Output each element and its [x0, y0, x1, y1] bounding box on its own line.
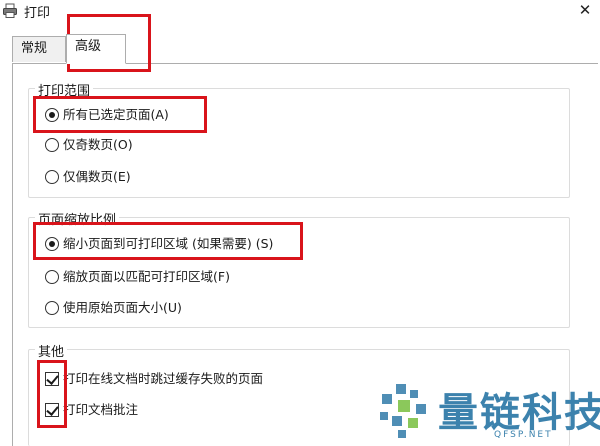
- checkbox-skip-failed-cache[interactable]: 打印在线文档时跳过缓存失败的页面: [45, 369, 263, 389]
- group-title: 其他: [35, 341, 68, 360]
- option-label: 缩放页面以匹配可打印区域(F): [63, 269, 230, 284]
- option-label: 使用原始页面大小(U): [63, 300, 182, 315]
- radio-original-size[interactable]: 使用原始页面大小(U): [45, 298, 182, 318]
- tab-bar: 常规 高级: [12, 34, 600, 64]
- radio-button[interactable]: [45, 270, 59, 284]
- checkbox[interactable]: [45, 403, 59, 417]
- print-range-group: 打印范围 所有已选定页面(A) 仅奇数页(O) 仅偶数页(E): [28, 80, 570, 198]
- radio-shrink-to-printable[interactable]: 缩小页面到可打印区域 (如果需要) (S): [45, 234, 273, 254]
- printer-icon: [3, 3, 17, 18]
- radio-button[interactable]: [45, 170, 59, 184]
- option-label: 所有已选定页面(A): [63, 107, 169, 122]
- radio-button[interactable]: [45, 138, 59, 152]
- window-title: 打印: [24, 6, 51, 21]
- title-bar: 打印 ✕: [0, 0, 600, 22]
- watermark-site: QFSP.NET: [494, 430, 553, 440]
- option-label: 仅奇数页(O): [63, 137, 133, 152]
- radio-odd-pages[interactable]: 仅奇数页(O): [45, 135, 133, 155]
- option-label: 仅偶数页(E): [63, 169, 131, 184]
- radio-button[interactable]: [45, 301, 59, 315]
- checkbox-print-annotations[interactable]: 打印文档批注: [45, 400, 138, 420]
- radio-button[interactable]: [45, 237, 59, 251]
- radio-all-selected-pages[interactable]: 所有已选定页面(A): [45, 105, 169, 125]
- option-label: 缩小页面到可打印区域 (如果需要) (S): [63, 236, 274, 251]
- tab-advanced[interactable]: 高级: [66, 34, 126, 64]
- page-scaling-group: 页面缩放比例 缩小页面到可打印区域 (如果需要) (S) 缩放页面以匹配可打印区…: [28, 209, 570, 328]
- group-title: 打印范围: [35, 80, 94, 99]
- option-label: 打印在线文档时跳过缓存失败的页面: [63, 371, 264, 386]
- radio-fit-to-printable[interactable]: 缩放页面以匹配可打印区域(F): [45, 267, 230, 287]
- close-icon[interactable]: ✕: [576, 1, 594, 19]
- checkbox[interactable]: [45, 372, 59, 386]
- option-label: 打印文档批注: [63, 402, 139, 417]
- watermark: 量链科技 QFSP.NET: [376, 380, 600, 442]
- tab-general[interactable]: 常规: [12, 36, 66, 62]
- brand-logo-icon: [380, 384, 426, 438]
- radio-button[interactable]: [45, 108, 59, 122]
- radio-even-pages[interactable]: 仅偶数页(E): [45, 167, 131, 187]
- group-title: 页面缩放比例: [35, 209, 120, 228]
